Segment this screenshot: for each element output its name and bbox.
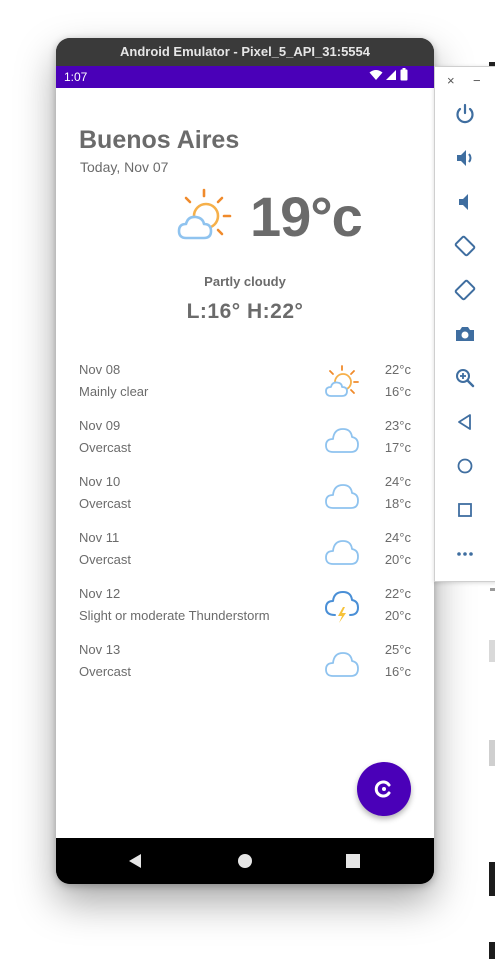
back-button[interactable]	[451, 408, 479, 436]
status-bar: 1:07	[56, 66, 434, 88]
overview-icon	[458, 503, 472, 517]
forecast-high: 24°c	[384, 530, 411, 545]
partly-cloudy-sun-icon	[177, 188, 232, 240]
refresh-fab-button[interactable]	[357, 762, 411, 816]
app-screen: Buenos Aires Today, Nov 07 19°c Partly c…	[56, 88, 434, 838]
forecast-description: Overcast	[79, 496, 132, 511]
forecast-date: Nov 13	[79, 642, 121, 657]
home-button[interactable]	[451, 452, 479, 480]
forecast-low: 20°c	[384, 552, 411, 567]
volume-down-button[interactable]	[451, 188, 479, 216]
emulator-window: Android Emulator - Pixel_5_API_31:5554 1…	[56, 38, 434, 884]
close-button[interactable]: ×	[447, 73, 455, 88]
forecast-high: 22°c	[384, 586, 411, 601]
forecast-row: Nov 13 Overcast 25°c 16°c	[56, 642, 434, 692]
forecast-description: Mainly clear	[79, 384, 149, 399]
background-window-edge	[490, 588, 495, 591]
forecast-date: Nov 09	[79, 418, 121, 433]
volume-up-icon	[457, 150, 472, 166]
nav-back-icon[interactable]	[124, 850, 146, 872]
forecast-row: Nov 11 Overcast 24°c 20°c	[56, 530, 434, 580]
current-condition: Partly cloudy	[204, 274, 286, 289]
overview-button[interactable]	[451, 496, 479, 524]
volume-down-icon	[459, 194, 468, 210]
forecast-low: 16°c	[384, 664, 411, 679]
rotate-left-button[interactable]	[451, 232, 479, 260]
power-icon	[456, 103, 474, 124]
thunderstorm-icon	[325, 591, 359, 623]
forecast-row: Nov 08 Mainly clear 22°c 16°c	[56, 362, 434, 412]
refresh-icon	[374, 780, 391, 798]
forecast-description: Overcast	[79, 664, 132, 679]
forecast-description: Overcast	[79, 552, 132, 567]
low-high-temperature: L:16° H:22°	[186, 300, 304, 323]
rotate-left-icon	[454, 235, 476, 257]
rotate-right-button[interactable]	[451, 276, 479, 304]
forecast-high: 23°c	[384, 418, 411, 433]
zoom-button[interactable]	[451, 364, 479, 392]
window-title: Android Emulator - Pixel_5_API_31:5554	[56, 38, 434, 66]
background-window-edge	[489, 942, 495, 959]
forecast-low: 20°c	[384, 608, 411, 623]
minimize-button[interactable]: −	[473, 73, 481, 88]
forecast-description: Slight or moderate Thunderstorm	[79, 608, 270, 623]
forecast-low: 17°c	[384, 440, 411, 455]
background-window-edge	[489, 740, 495, 766]
forecast-date: Nov 11	[79, 530, 120, 545]
nav-overview-icon[interactable]	[342, 850, 364, 872]
cloud-icon	[325, 652, 359, 677]
camera-icon	[456, 327, 474, 341]
background-window-edge	[489, 862, 495, 896]
volume-up-button[interactable]	[451, 144, 479, 172]
forecast-high: 22°c	[384, 362, 411, 377]
forecast-high: 25°c	[384, 642, 411, 657]
wifi-icon	[369, 69, 383, 80]
more-button[interactable]	[451, 540, 479, 568]
current-temperature: 19°c	[250, 185, 363, 248]
current-date: Today, Nov 07	[80, 159, 169, 175]
toolbar-window-controls: × −	[435, 73, 495, 89]
battery-icon	[400, 68, 408, 81]
forecast-high: 24°c	[384, 474, 411, 489]
cloud-icon	[325, 428, 359, 453]
rotate-right-icon	[454, 279, 476, 301]
partly-cloudy-icon	[325, 365, 359, 397]
status-time: 1:07	[64, 70, 88, 84]
forecast-date: Nov 12	[79, 586, 121, 601]
power-button[interactable]	[451, 100, 479, 128]
home-icon	[457, 458, 473, 474]
forecast-low: 16°c	[384, 384, 411, 399]
back-icon	[458, 414, 471, 430]
forecast-date: Nov 10	[79, 474, 121, 489]
navigation-bar	[56, 838, 434, 884]
forecast-row: Nov 10 Overcast 24°c 18°c	[56, 474, 434, 524]
city-name: Buenos Aires	[79, 126, 240, 154]
forecast-description: Overcast	[79, 440, 132, 455]
forecast-date: Nov 08	[79, 362, 121, 377]
nav-home-icon[interactable]	[234, 850, 256, 872]
cloud-icon	[325, 484, 359, 509]
more-icon	[457, 552, 473, 556]
screenshot-button[interactable]	[451, 320, 479, 348]
forecast-row: Nov 09 Overcast 23°c 17°c	[56, 418, 434, 468]
forecast-row: Nov 12 Slight or moderate Thunderstorm 2…	[56, 586, 434, 636]
forecast-low: 18°c	[384, 496, 411, 511]
background-window-edge	[489, 640, 495, 662]
cloud-icon	[325, 540, 359, 565]
zoom-icon	[456, 369, 475, 388]
status-icons	[369, 68, 408, 81]
signal-icon	[386, 69, 396, 80]
emulator-toolbar: × −	[434, 66, 495, 582]
